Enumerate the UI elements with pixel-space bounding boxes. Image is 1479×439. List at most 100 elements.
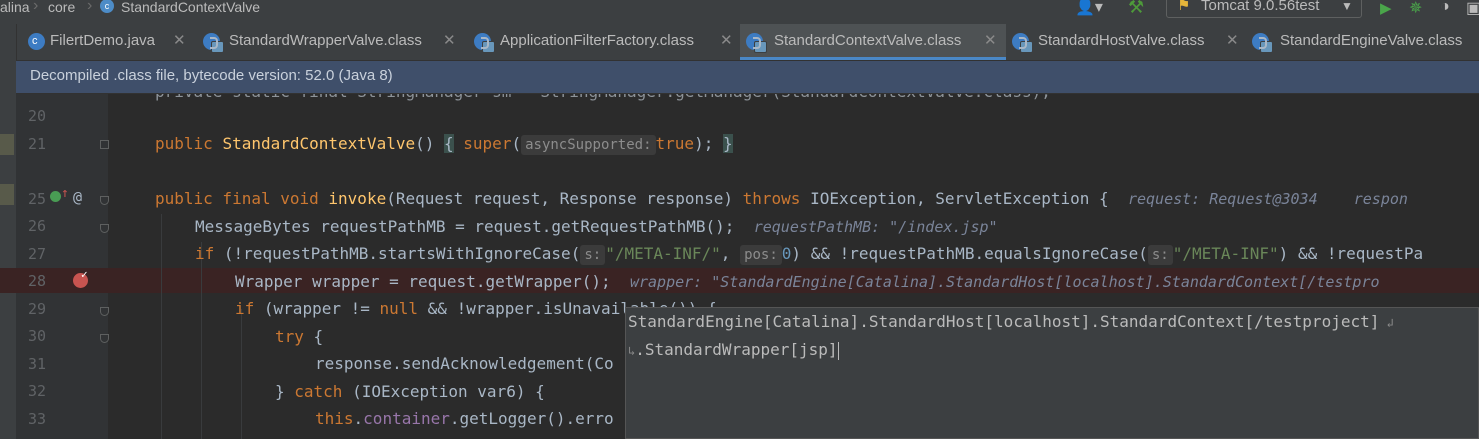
code-token: .getLogger().erro: [449, 409, 614, 428]
code-token: {: [303, 327, 324, 346]
tab-label: StandardHostValve.class: [1038, 32, 1205, 49]
editor-tab-bar: c FilertDemo.java ✕ StandardWrapperValve…: [0, 24, 1479, 61]
code-line-25: public final void invoke(Request request…: [155, 185, 1408, 213]
code-line-31: response.sendAcknowledgement(Co: [315, 350, 614, 378]
line-number: 27: [27, 245, 46, 263]
code-line-26: MessageBytes requestPathMB = request.get…: [195, 213, 998, 241]
field-name: container: [363, 409, 450, 428]
chevron-down-icon: ▼: [1341, 0, 1353, 13]
tab-standardcontextvalve[interactable]: StandardContextValve.class ✕: [740, 24, 1006, 60]
debug-value-popup[interactable]: StandardEngine[Catalina].StandardHost[lo…: [625, 307, 1479, 439]
code-token: );: [694, 134, 714, 153]
code-token: Wrapper wrapper = request.getWrapper();: [235, 272, 611, 291]
line-number: 30: [27, 327, 46, 345]
line-number: 29: [27, 300, 46, 318]
popup-text: StandardEngine[Catalina].StandardHost[lo…: [628, 312, 1380, 331]
code-line-30: try {: [275, 323, 323, 351]
indent-guide: [201, 242, 202, 439]
compiled-class-icon: [474, 33, 495, 53]
code-line-21: public StandardContextValve() { super(as…: [155, 130, 733, 158]
line-number: 31: [27, 355, 46, 373]
code-token: {: [444, 134, 454, 153]
close-tab-icon[interactable]: ✕: [173, 24, 186, 58]
parameter-hint: s:: [580, 245, 606, 265]
keyword: true: [655, 134, 695, 153]
popup-line: StandardEngine[Catalina].StandardHost[lo…: [628, 312, 1394, 331]
debug-inline-value: wrapper: "StandardEngine[Catalina].Stand…: [629, 273, 1380, 291]
line-number-column: 20 21 25 26 27 28 29 30 31 32 33 ↑ @ ✓: [0, 0, 120, 439]
close-tab-icon[interactable]: ✕: [984, 24, 997, 58]
parameter-hint: asyncSupported:: [521, 135, 656, 155]
close-tab-icon[interactable]: ✕: [1226, 24, 1239, 58]
string-literal: "/META-INF/": [605, 244, 721, 263]
keyword: throws: [742, 189, 801, 208]
keyword: if: [235, 299, 255, 318]
line-number: 32: [27, 382, 46, 400]
line-number: 28: [27, 272, 46, 290]
tab-label: StandardWrapperValve.class: [229, 32, 422, 49]
code-token: .: [353, 409, 364, 428]
code-line-32: } catch (IOException var6) {: [275, 378, 545, 406]
code-line-33: this.container.getLogger().erro: [315, 405, 614, 433]
method-name: invoke: [328, 189, 387, 208]
tab-label: StandardEngineValve.class: [1280, 32, 1463, 49]
run-configuration-label: Tomcat 9.0.56test: [1201, 0, 1320, 14]
keyword: public final void: [155, 189, 319, 208]
text-caret: [837, 341, 839, 360]
popup-line: ↳.StandardWrapper[jsp]: [628, 340, 839, 360]
compiled-class-icon: [203, 33, 224, 53]
tomcat-icon: ⚑: [1177, 0, 1191, 14]
run-icon[interactable]: ▶: [1380, 0, 1392, 17]
profiler-icon[interactable]: ▣: [1466, 0, 1479, 18]
code-token: response.sendAcknowledgement(Co: [315, 354, 614, 373]
keyword: this: [315, 409, 354, 428]
compiled-class-icon: [1012, 33, 1033, 53]
debug-inline-value: request: Request@3034 respon: [1127, 190, 1408, 208]
line-number: 33: [27, 410, 46, 428]
debug-bug-icon[interactable]: ✵: [1409, 0, 1422, 18]
indent-guide: [241, 309, 242, 439]
tab-standardhostvalve[interactable]: StandardHostValve.class ✕: [1006, 24, 1246, 60]
tab-applicationfilterfactory[interactable]: ApplicationFilterFactory.class ✕: [468, 24, 740, 60]
code-token: (!requestPathMB.startsWithIgnoreCase(: [223, 244, 581, 263]
navigation-bar: alina › core › c StandardContextValve 👤▾…: [0, 0, 1479, 24]
compiled-class-icon: [1252, 33, 1273, 53]
indent-guide: [161, 214, 162, 439]
annotation-icon[interactable]: @: [73, 188, 82, 206]
keyword: null: [379, 299, 419, 318]
close-tab-icon[interactable]: ✕: [720, 24, 733, 58]
override-arrow-icon[interactable]: ↑: [61, 186, 69, 201]
code-line-28: Wrapper wrapper = request.getWrapper(); …: [235, 268, 1380, 296]
string-literal: "/META-INF": [1172, 244, 1279, 263]
run-configuration-select[interactable]: ⚑ Tomcat 9.0.56test ▼: [1166, 0, 1362, 18]
tab-standardenginevalve[interactable]: StandardEngineValve.class: [1246, 24, 1479, 60]
tab-standardwrappervalve[interactable]: StandardWrapperValve.class ✕: [197, 24, 468, 60]
tab-label: StandardContextValve.class: [774, 32, 962, 49]
keyword: catch: [294, 382, 343, 401]
implements-icon[interactable]: [50, 191, 61, 202]
code-line-27: if (!requestPathMB.startsWithIgnoreCase(…: [195, 240, 1423, 268]
code-token: (IOException var6) {: [342, 382, 545, 401]
build-hammer-icon[interactable]: ⚒: [1128, 0, 1144, 18]
code-line-19: private static final StringManager sm = …: [155, 94, 1051, 106]
code-token: (: [511, 134, 522, 153]
coverage-icon[interactable]: ◑: [1440, 0, 1450, 16]
keyword: if: [195, 244, 215, 263]
code-token: ) && !requestPa: [1278, 244, 1424, 263]
keyword: super: [463, 134, 512, 153]
close-tab-icon[interactable]: ✕: [443, 24, 456, 58]
line-number: 25: [27, 190, 46, 208]
method-name: StandardContextValve: [222, 134, 416, 153]
code-token: }: [722, 134, 733, 153]
code-token: MessageBytes requestPathMB = request.get…: [195, 217, 735, 236]
line-number: 20: [27, 107, 46, 125]
breadcrumb-class[interactable]: StandardContextValve: [121, 0, 260, 17]
check-icon: ✓: [81, 268, 88, 281]
code-token: }: [275, 382, 295, 401]
user-icon[interactable]: 👤▾: [1075, 0, 1103, 17]
debug-inline-value: requestPathMB: "/index.jsp": [753, 218, 998, 236]
code-token: (Request request, Response response): [386, 189, 733, 208]
compiled-class-icon: [746, 33, 767, 53]
code-token: IOException, ServletException {: [810, 189, 1109, 208]
keyword: try: [275, 327, 304, 346]
